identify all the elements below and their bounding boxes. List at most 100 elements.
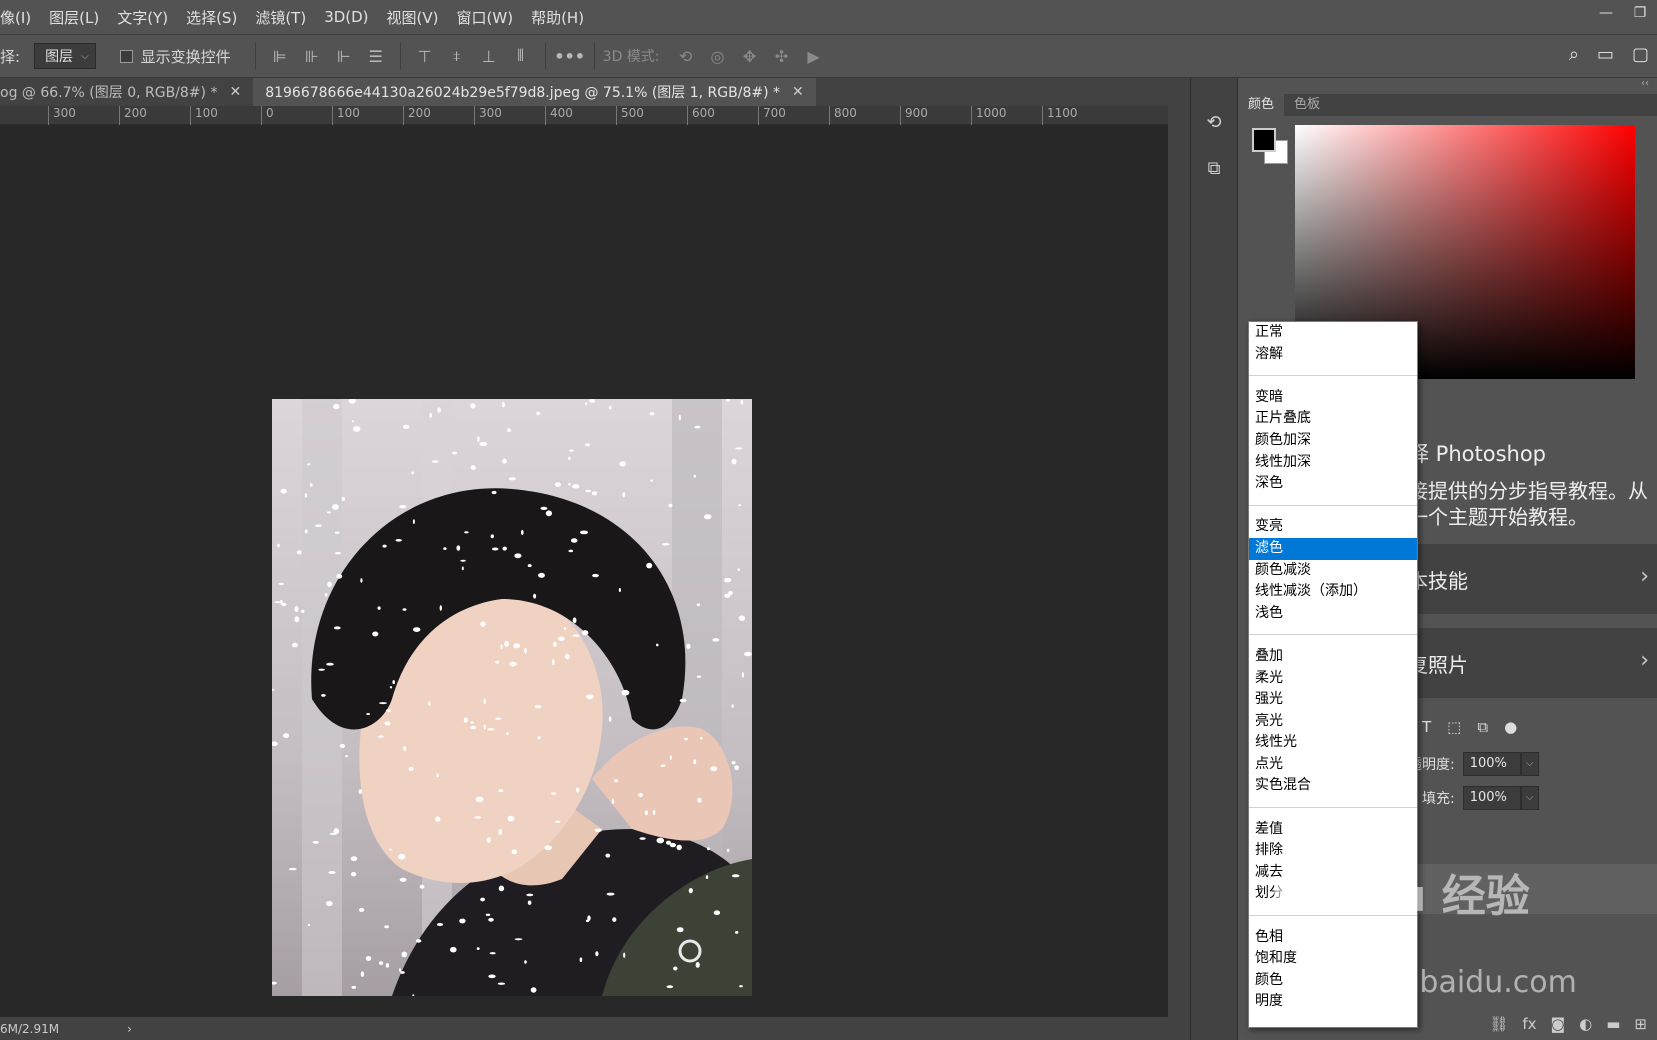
blend-mode-option[interactable]: 滤色 (1249, 537, 1417, 560)
align-middle-v-icon[interactable]: ⧧ (441, 46, 473, 66)
tab-swatches[interactable]: 色板 (1284, 94, 1330, 116)
layer-select[interactable]: 图层 ⌵ (34, 43, 96, 69)
blend-mode-option[interactable]: 叠加 (1249, 646, 1417, 668)
snow-fleck (737, 568, 740, 571)
snow-fleck (507, 428, 511, 433)
snow-fleck (713, 910, 721, 915)
align-bottom-icon[interactable]: ⊥ (473, 47, 505, 66)
tab-color[interactable]: 颜色 (1238, 94, 1285, 116)
text-layer-filter-icon[interactable]: T (1422, 718, 1431, 736)
snow-fleck (734, 765, 739, 771)
distribute-h-icon[interactable]: ☰ (360, 47, 392, 66)
blend-mode-option[interactable]: 正片叠底 (1249, 408, 1417, 430)
align-center-h-icon[interactable]: ⊪ (296, 47, 328, 66)
workspace-icon[interactable]: ▭ (1597, 44, 1614, 65)
history-icon[interactable]: ⟲ (1198, 106, 1230, 138)
blend-mode-option[interactable]: 颜色加深 (1249, 430, 1417, 452)
link-layers-icon[interactable]: ⛓ (1489, 1015, 1508, 1033)
blend-mode-option[interactable]: 色相 (1249, 927, 1417, 949)
snow-fleck (327, 511, 331, 514)
blend-mode-option[interactable]: 线性光 (1249, 732, 1417, 754)
smart-object-filter-icon[interactable]: ⧉ (1477, 718, 1488, 736)
blend-mode-option[interactable]: 浅色 (1249, 603, 1417, 625)
collapse-icon[interactable]: ‹‹ (1641, 78, 1649, 89)
menu-item[interactable]: 文字(Y) (117, 7, 180, 28)
3d-camera-icon[interactable]: ▶ (798, 47, 830, 66)
vertical-scrollbar[interactable] (1168, 106, 1190, 1040)
snow-fleck (384, 721, 391, 726)
menu-item[interactable]: 滤镜(T) (255, 7, 318, 28)
blend-mode-option[interactable]: 亮光 (1249, 711, 1417, 733)
menu-item[interactable]: 视图(V) (387, 7, 451, 28)
learn-card-basic-skills[interactable]: 本技能 › (1408, 544, 1657, 614)
share-icon[interactable]: ▢ (1632, 44, 1649, 65)
document-tabs: og @ 66.7% (图层 0, RGB/8#) * ✕ 8196678666… (0, 78, 1190, 106)
3d-roll-icon[interactable]: ◎ (702, 47, 734, 66)
tab-document-1[interactable]: og @ 66.7% (图层 0, RGB/8#) * ✕ (0, 78, 253, 106)
add-mask-icon[interactable]: ◙ (1551, 1015, 1566, 1033)
blend-mode-option[interactable]: 深色 (1249, 473, 1417, 495)
menu-item[interactable]: 像(I) (0, 7, 43, 28)
snow-fleck (551, 659, 555, 666)
filter-toggle-icon[interactable]: ● (1504, 718, 1517, 736)
group-folder-icon[interactable]: ▬ (1606, 1015, 1620, 1033)
doc-size-readout[interactable]: 6M/2.91M (0, 1022, 59, 1036)
shape-layer-filter-icon[interactable]: ⬚ (1447, 718, 1461, 736)
snow-fleck (360, 971, 365, 977)
blend-mode-option[interactable]: 线性减淡（添加） (1249, 581, 1417, 603)
opacity-input[interactable]: 100% (1462, 752, 1521, 776)
menu-item[interactable]: 帮助(H) (531, 7, 596, 28)
chevron-right-icon[interactable]: › (127, 1022, 132, 1036)
blend-mode-option[interactable]: 变暗 (1249, 387, 1417, 409)
show-transform-checkbox[interactable] (119, 49, 133, 63)
snow-fleck (501, 401, 505, 408)
learn-card-fix-photos[interactable]: 复照片 › (1408, 628, 1657, 698)
3d-pan-icon[interactable]: ✥ (734, 47, 766, 66)
blend-mode-option[interactable]: 正常 (1249, 322, 1417, 344)
foreground-color-swatch[interactable] (1252, 128, 1276, 152)
minimize-icon[interactable]: — (1589, 0, 1623, 26)
blend-mode-option[interactable]: 变亮 (1249, 516, 1417, 538)
more-options-icon[interactable]: ••• (554, 47, 586, 66)
menu-item[interactable]: 3D(D) (324, 8, 380, 26)
align-right-icon[interactable]: ⊩ (328, 47, 360, 66)
adjustment-layer-icon[interactable]: ◐ (1579, 1015, 1592, 1033)
blend-mode-option[interactable]: 线性加深 (1249, 452, 1417, 474)
tab-document-2[interactable]: 8196678666e44130a26024b29e5f79d8.jpeg @ … (253, 78, 816, 106)
align-left-icon[interactable]: ⊫ (264, 47, 296, 66)
blend-mode-option[interactable]: 颜色减淡 (1249, 560, 1417, 582)
fx-icon[interactable]: fx (1522, 1015, 1536, 1033)
menu-item[interactable]: 窗口(W) (457, 7, 526, 28)
canvas-area[interactable] (0, 125, 1168, 1017)
snow-fleck (530, 987, 537, 993)
3d-slide-icon[interactable]: ✣ (766, 47, 798, 66)
distribute-v-icon[interactable]: ⫴ (505, 46, 537, 66)
close-icon[interactable]: ✕ (229, 84, 241, 100)
snow-fleck (301, 609, 305, 613)
menu-item[interactable]: 图层(L) (49, 7, 111, 28)
dropdown-separator (1249, 624, 1417, 646)
3d-orbit-icon[interactable]: ⟲ (670, 47, 702, 66)
blend-mode-option[interactable]: 点光 (1249, 754, 1417, 776)
blend-mode-option[interactable]: 强光 (1249, 689, 1417, 711)
fill-label: 填充: (1422, 791, 1455, 807)
snow-fleck (621, 689, 630, 696)
blend-mode-option[interactable]: 排除 (1249, 840, 1417, 862)
3d-panel-icon[interactable]: ⧉ (1198, 152, 1230, 184)
horizontal-ruler: 300 200 100 0 100 200 300 400 500 600 700 800 900 100… (0, 106, 1168, 125)
document-image[interactable] (272, 399, 752, 996)
blend-mode-option[interactable]: 溶解 (1249, 344, 1417, 366)
blend-mode-option[interactable]: 实色混合 (1249, 775, 1417, 797)
blend-mode-option[interactable]: 柔光 (1249, 668, 1417, 690)
menu-item[interactable]: 选择(S) (186, 7, 249, 28)
search-icon[interactable]: ⌕ (1569, 44, 1579, 65)
chevron-down-icon[interactable]: ⌵ (1520, 752, 1539, 776)
align-top-icon[interactable]: ⊤ (409, 47, 441, 66)
new-layer-icon[interactable]: ⊞ (1634, 1015, 1647, 1033)
chevron-down-icon: ⌵ (81, 50, 89, 62)
blend-mode-option[interactable]: 差值 (1249, 819, 1417, 841)
close-icon[interactable]: ✕ (792, 84, 804, 100)
fill-input[interactable]: 100% (1462, 786, 1521, 810)
restore-icon[interactable]: ❐ (1623, 0, 1657, 26)
chevron-down-icon[interactable]: ⌵ (1520, 786, 1539, 810)
